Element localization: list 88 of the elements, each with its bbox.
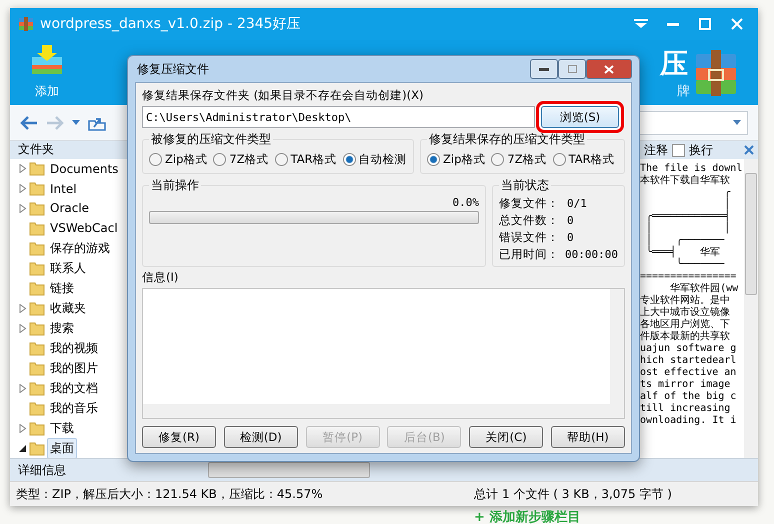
close-icon bbox=[604, 64, 614, 74]
folder-item[interactable]: Documents bbox=[47, 160, 122, 178]
panel-title: 注释 bbox=[644, 142, 668, 158]
minimize-icon bbox=[539, 68, 549, 70]
dialog-title: 修复压缩文件 bbox=[136, 60, 210, 78]
group-title: 当前操作 bbox=[150, 177, 200, 194]
expand-icon[interactable] bbox=[18, 424, 27, 432]
folder-item[interactable]: 我的视频 bbox=[47, 338, 101, 358]
status-label: 已用时间： bbox=[499, 247, 560, 262]
format-radio[interactable]: 7Z格式 bbox=[213, 152, 269, 167]
close-icon[interactable] bbox=[744, 145, 754, 155]
folder-item[interactable]: 我的图片 bbox=[47, 358, 101, 378]
status-label: 修复文件： bbox=[499, 196, 560, 211]
maximize-icon bbox=[568, 65, 576, 73]
folder-label: 修复结果保存文件夹 (如果目录不存在会自动创建)(X) bbox=[142, 88, 424, 103]
format-radio[interactable]: TAR格式 bbox=[552, 152, 615, 167]
folder-item[interactable]: 搜索 bbox=[47, 318, 77, 338]
dialog-button[interactable]: 关闭(C) bbox=[469, 426, 544, 448]
group-title: 修复结果保存的压缩文件类型 bbox=[428, 131, 586, 148]
format-radio[interactable]: Zip格式 bbox=[427, 152, 486, 167]
folder-icon bbox=[29, 420, 45, 436]
minimize-button[interactable] bbox=[530, 59, 558, 79]
format-radio[interactable]: TAR格式 bbox=[274, 152, 337, 167]
status-label: 错误文件： bbox=[499, 230, 560, 245]
folder-icon bbox=[29, 280, 45, 296]
status-value: 0 bbox=[567, 213, 574, 228]
folder-icon bbox=[29, 380, 45, 396]
folder-icon bbox=[29, 320, 45, 336]
archive-icon bbox=[18, 16, 34, 32]
dialog-button[interactable]: 修复(R) bbox=[142, 426, 216, 448]
folder-icon bbox=[29, 400, 45, 416]
folder-item[interactable]: 保存的游戏 bbox=[47, 238, 113, 258]
folder-icon bbox=[29, 181, 45, 196]
archive-logo-icon bbox=[694, 48, 738, 98]
expand-icon[interactable] bbox=[18, 304, 27, 312]
folder-field[interactable]: C:\Users\Administrator\Desktop\ bbox=[142, 106, 535, 128]
scrollbar[interactable] bbox=[208, 462, 370, 478]
wrap-checkbox[interactable] bbox=[672, 144, 685, 156]
folder-icon bbox=[29, 260, 45, 276]
logo-text: 压 bbox=[658, 46, 689, 82]
folder-icon bbox=[29, 220, 45, 236]
comment-text: The file is downl 本软件下载自华军软 ╭ │ ╭════════════╡ │ │ │ ╭─────── ╰═══╡ 华军 ╰─────── ================ 华军软件园(ww 专业软件网站。是中 上大中城市设立镜像 各地区用户浏览、下 件版本最新的共享软 uajun software g hich startedearl ost effective an ts mirror image alf of the big c till increasing ownloading. It i bbox=[640, 162, 744, 428]
folder-icon bbox=[29, 161, 45, 176]
caret-icon bbox=[733, 120, 741, 125]
back-icon[interactable] bbox=[20, 116, 38, 130]
folder-icon bbox=[29, 200, 45, 216]
format-radio[interactable]: 自动检测 bbox=[342, 152, 407, 167]
expand-icon[interactable] bbox=[18, 384, 27, 392]
expand-icon[interactable] bbox=[18, 184, 27, 193]
folder-icon bbox=[29, 440, 45, 456]
info-label: 信息(I) bbox=[142, 270, 180, 285]
progress-percent: 0.0% bbox=[452, 196, 479, 209]
folder-icon bbox=[29, 340, 45, 356]
status-text: 总计 1 个文件 ( 3 KB，3,075 字节 ) bbox=[474, 486, 672, 502]
folder-item[interactable]: 收藏夹 bbox=[47, 298, 89, 318]
status-text: 类型：ZIP，解压后大小：121.54 KB，压缩比：45.57% bbox=[16, 486, 323, 502]
folder-icon bbox=[29, 240, 45, 256]
status-value: 00:00:00 bbox=[565, 247, 618, 262]
folder-item[interactable]: VSWebCacl bbox=[47, 219, 121, 238]
folder-item[interactable]: 联系人 bbox=[47, 258, 89, 278]
folder-icon bbox=[29, 300, 45, 316]
expand-icon[interactable] bbox=[18, 164, 27, 174]
folder-item[interactable]: 下载 bbox=[47, 418, 77, 438]
collapse-icon[interactable] bbox=[18, 444, 27, 452]
window-title: wordpress_danxs_v1.0.zip - 2345好压 bbox=[40, 15, 302, 33]
format-radio[interactable]: 7Z格式 bbox=[491, 152, 547, 167]
close-button[interactable] bbox=[586, 59, 632, 79]
folder-item[interactable]: Oracle bbox=[47, 199, 92, 218]
status-value: 0 bbox=[567, 230, 574, 245]
dialog-button[interactable]: 帮助(H) bbox=[550, 426, 625, 448]
expand-icon[interactable] bbox=[18, 324, 27, 332]
dialog-button[interactable]: 检测(D) bbox=[224, 426, 298, 448]
status-label: 总文件数： bbox=[499, 213, 560, 228]
logo-tagline: 牌 bbox=[677, 82, 690, 100]
folder-icon bbox=[29, 360, 45, 376]
maximize-button[interactable] bbox=[558, 59, 586, 79]
status-value: 0/1 bbox=[567, 196, 587, 211]
folder-item[interactable]: 链接 bbox=[47, 278, 77, 298]
folder-item[interactable]: Intel bbox=[47, 180, 80, 198]
scrollbar[interactable] bbox=[744, 159, 758, 458]
wrap-label: 换行 bbox=[689, 142, 713, 158]
folder-item[interactable]: 我的音乐 bbox=[47, 398, 101, 418]
details-label: 详细信息 bbox=[17, 462, 67, 478]
caret-icon[interactable] bbox=[72, 120, 80, 125]
folder-item[interactable]: 桌面 bbox=[47, 438, 77, 458]
folder-item[interactable]: 我的文档 bbox=[47, 378, 101, 398]
group-title: 当前状态 bbox=[500, 177, 550, 194]
expand-icon[interactable] bbox=[18, 204, 27, 213]
